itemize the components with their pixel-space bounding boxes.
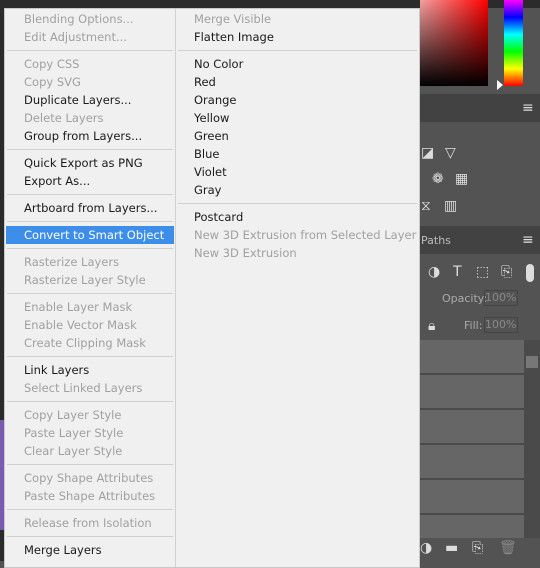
menu-item-copy-css: Copy CSS <box>24 57 80 71</box>
filter-toggle[interactable] <box>526 264 534 282</box>
menu-item-artboard-from-layers[interactable]: Artboard from Layers... <box>6 199 174 217</box>
menu-column-right: Merge Visible Flatten Image No Color Red Ora… <box>176 9 419 567</box>
menu-item-blending-options: Blending Options... <box>24 12 134 26</box>
new-layer-icon[interactable]: ⎘ <box>472 540 483 556</box>
filter-shape-icon[interactable]: ⬚ <box>476 264 489 280</box>
paths-tab[interactable]: Paths <box>421 234 451 247</box>
menu-separator <box>5 460 175 469</box>
menu-item-violet[interactable]: Violet <box>177 163 418 181</box>
menu-item-copy-shape-attributes: Copy Shape Attributes <box>24 471 154 485</box>
menu-item-green[interactable]: Green <box>177 127 418 145</box>
gradient-map-icon[interactable]: ▥ <box>444 198 457 214</box>
hue-slider-pointer[interactable] <box>497 80 503 90</box>
vibrance-icon[interactable]: ▽ <box>445 145 456 161</box>
menu-item-edit-adjustment: Edit Adjustment... <box>24 30 127 44</box>
menu-separator <box>5 190 175 199</box>
menu-separator <box>176 199 419 208</box>
menu-item-convert-to-smart-object[interactable]: Convert to Smart Object <box>6 226 174 244</box>
menu-item-release-from-isolation: Release from Isolation <box>24 516 152 530</box>
filter-smart-object-icon[interactable]: ⎘ <box>501 264 512 280</box>
menu-separator <box>5 289 175 298</box>
menu-separator <box>5 244 175 253</box>
menu-item-copy-layer-style: Copy Layer Style <box>24 408 122 422</box>
color-picker-field[interactable] <box>420 0 488 86</box>
exposure-icon[interactable]: ◪ <box>421 145 434 161</box>
menu-separator <box>5 352 175 361</box>
menu-item-enable-layer-mask: Enable Layer Mask <box>24 300 133 314</box>
menu-separator <box>5 145 175 154</box>
menu-item-select-linked-layers: Select Linked Layers <box>24 381 143 395</box>
opacity-label: Opacity: <box>442 292 488 305</box>
menu-item-duplicate-layers[interactable]: Duplicate Layers... <box>6 91 174 109</box>
menu-item-red[interactable]: Red <box>177 73 418 91</box>
menu-separator <box>5 217 175 226</box>
menu-item-rasterize-layer-style: Rasterize Layer Style <box>24 273 146 287</box>
menu-separator <box>5 505 175 514</box>
menu-item-rasterize-layers: Rasterize Layers <box>24 255 120 269</box>
layer-context-menu: Blending Options... Edit Adjustment... Cop… <box>4 8 420 568</box>
menu-item-quick-export-as-png[interactable]: Quick Export as PNG <box>6 154 174 172</box>
menu-item-no-color[interactable]: No Color <box>177 55 418 73</box>
menu-item-link-layers[interactable]: Link Layers <box>6 361 174 379</box>
menu-item-new-3d-extrusion-from-selected-layer: New 3D Extrusion from Selected Layer <box>194 228 417 242</box>
menu-item-paste-shape-attributes: Paste Shape Attributes <box>24 489 156 503</box>
menu-item-merge-layers[interactable]: Merge Layers <box>6 541 174 559</box>
color-lookup-icon[interactable]: ▦ <box>455 171 468 187</box>
menu-separator <box>176 46 419 55</box>
menu-item-postcard[interactable]: Postcard <box>177 208 418 226</box>
lock-icon[interactable]: 🔒︎ <box>428 318 435 334</box>
menu-item-orange[interactable]: Orange <box>177 91 418 109</box>
menu-separator <box>5 46 175 55</box>
menu-item-flatten-image[interactable]: Flatten Image <box>177 28 418 46</box>
menu-item-copy-svg: Copy SVG <box>24 75 81 89</box>
scrollbar-thumb[interactable] <box>526 356 538 368</box>
layers-scrollbar[interactable] <box>524 340 540 538</box>
menu-item-group-from-layers[interactable]: Group from Layers... <box>6 127 174 145</box>
menu-item-delete-layers: Delete Layers <box>24 111 104 125</box>
menu-item-export-as[interactable]: Export As... <box>6 172 174 190</box>
menu-item-create-clipping-mask: Create Clipping Mask <box>24 336 146 350</box>
menu-item-enable-vector-mask: Enable Vector Mask <box>24 318 137 332</box>
panel-menu-icon[interactable]: ≡ <box>522 100 534 116</box>
menu-item-gray[interactable]: Gray <box>177 181 418 199</box>
menu-separator <box>5 532 175 541</box>
menu-item-blue[interactable]: Blue <box>177 145 418 163</box>
new-group-icon[interactable]: ▬ <box>445 540 458 556</box>
fill-label: Fill: <box>464 319 483 332</box>
opacity-field[interactable]: 100% <box>484 290 518 306</box>
filter-type-icon[interactable]: T <box>453 264 462 280</box>
delete-layer-icon[interactable]: 🗑︎ <box>499 540 517 556</box>
menu-item-new-3d-extrusion: New 3D Extrusion <box>194 246 297 260</box>
layers-list[interactable] <box>420 340 524 538</box>
fill-field[interactable]: 100% <box>484 317 518 333</box>
menu-item-merge-visible: Merge Visible <box>194 12 272 26</box>
menu-item-paste-layer-style: Paste Layer Style <box>24 426 124 440</box>
menu-separator <box>5 397 175 406</box>
menu-item-clear-layer-style: Clear Layer Style <box>24 444 123 458</box>
channel-mixer-icon[interactable]: ❁ <box>432 171 444 187</box>
menu-item-yellow[interactable]: Yellow <box>177 109 418 127</box>
menu-column-left: Blending Options... Edit Adjustment... Cop… <box>5 9 176 567</box>
hue-slider[interactable] <box>504 0 523 86</box>
filter-adjustment-icon[interactable]: ◑ <box>428 264 440 280</box>
panel-menu-icon[interactable]: ≡ <box>522 232 534 248</box>
adjustment-layer-icon[interactable]: ◑ <box>420 540 432 556</box>
selective-color-icon[interactable]: ⧖ <box>421 198 431 214</box>
